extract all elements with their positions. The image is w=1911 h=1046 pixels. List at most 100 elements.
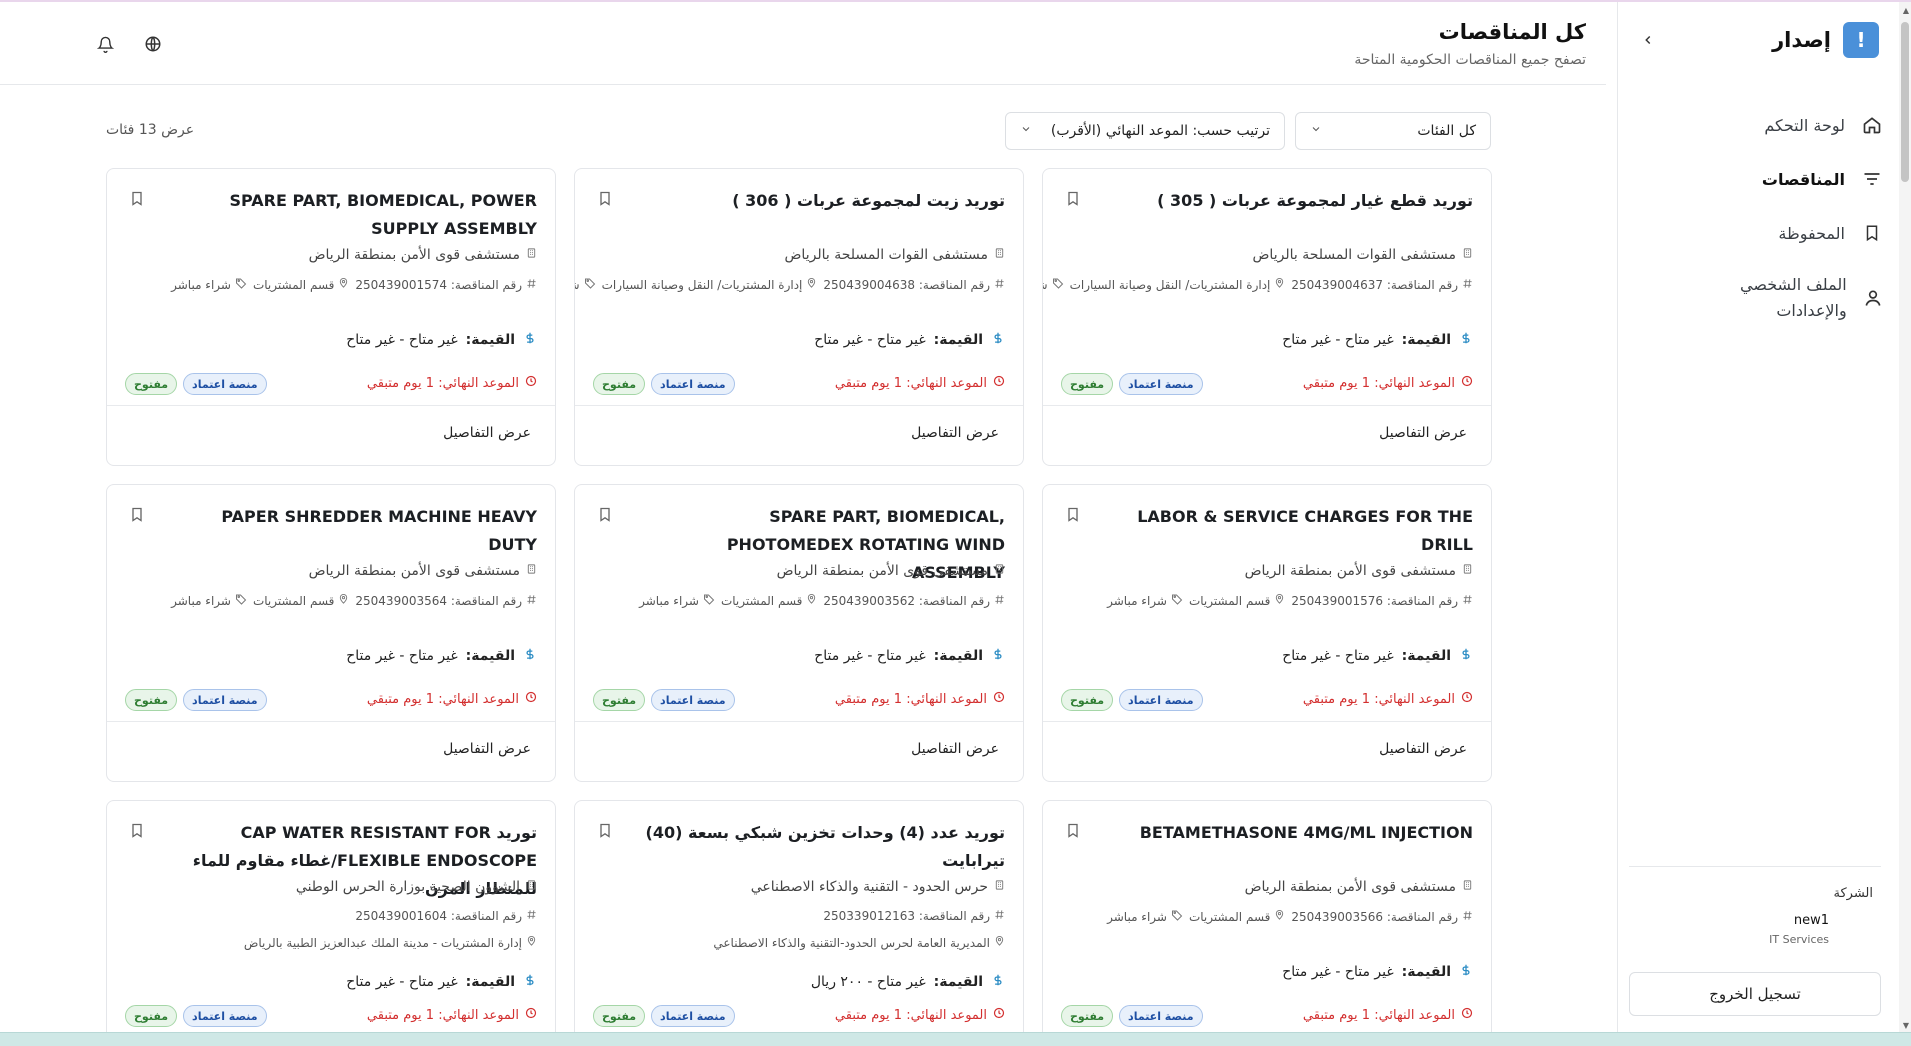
tender-title[interactable]: توريد عدد (4) وحدات تخزين شبكي بسعة (40)…	[645, 819, 1006, 875]
bookmark-icon[interactable]	[595, 821, 613, 841]
location-pin-icon	[338, 593, 349, 608]
sort-select-value: ترتيب حسب: الموعد النهائي (الأقرب)	[1050, 123, 1270, 139]
organization-name: مستشفى القوات المسلحة بالرياض	[1252, 247, 1457, 263]
page-scrollbar[interactable]: ▲ ▼	[1899, 2, 1911, 1032]
tender-title[interactable]: LABOR & SERVICE CHARGES FOR THE DRILL	[1113, 503, 1473, 559]
organization-name: مستشفى قوى الأمن بمنطقة الرياض	[776, 563, 988, 579]
tender-card[interactable]: توريد قطع غيار لمجموعة عربات ( 305 ) مست…	[1042, 168, 1492, 466]
globe-icon[interactable]	[143, 34, 163, 54]
tender-card[interactable]: SPARE PART, BIOMEDICAL, PHOTOMEDEX ROTAT…	[574, 484, 1024, 782]
brand: ! إصدار	[1772, 22, 1879, 58]
tender-card[interactable]: BETAMETHASONE 4MG/ML INJECTION مستشفى قو…	[1042, 800, 1492, 1046]
badges: مفتوح منصة اعتماد	[593, 1005, 735, 1027]
tender-title[interactable]: توريد زيت لمجموعة عربات ( 306 )	[645, 187, 1005, 215]
currency-icon	[1459, 647, 1473, 665]
tender-deadline: الموعد النهائي: 1 يوم متبقي	[835, 691, 1005, 707]
badges: مفتوح منصة اعتماد	[1061, 1005, 1203, 1027]
logout-button[interactable]: تسجيل الخروج	[1629, 972, 1881, 1016]
brand-name: إصدار	[1772, 28, 1831, 52]
platform-badge: منصة اعتماد	[651, 689, 735, 711]
card-divider	[107, 721, 555, 722]
sidebar-item-profile[interactable]: الملف الشخصي والإعدادات	[1725, 260, 1885, 336]
tender-meta: رقم المناقصة: 250339012163	[823, 909, 1005, 923]
building-icon	[526, 879, 537, 895]
hash-icon	[1462, 594, 1473, 608]
tender-card[interactable]: PAPER SHREDDER MACHINE HEAVY DUTY مستشفى…	[106, 484, 556, 782]
tag-icon	[1171, 909, 1183, 924]
view-details-button[interactable]: عرض التفاصيل	[1379, 425, 1467, 441]
organization-name: حرس الحدود - التقنية والذكاء الاصطناعي	[750, 879, 988, 895]
view-details-button[interactable]: عرض التفاصيل	[911, 425, 999, 441]
tender-department: قسم المشتريات	[252, 593, 335, 608]
platform-badge: منصة اعتماد	[1119, 373, 1203, 395]
clock-icon	[993, 691, 1005, 707]
view-details-button[interactable]: عرض التفاصيل	[443, 741, 531, 757]
tender-type: شراء مباشر	[171, 593, 231, 608]
deadline-text: الموعد النهائي: 1 يوم متبقي	[834, 375, 987, 391]
bell-icon[interactable]	[95, 34, 115, 54]
status-badge: مفتوح	[1061, 689, 1114, 711]
view-details-button[interactable]: عرض التفاصيل	[1379, 741, 1467, 757]
building-icon	[1462, 879, 1473, 895]
scroll-thumb[interactable]	[1901, 22, 1909, 182]
bookmark-icon[interactable]	[127, 505, 145, 525]
bookmark-icon[interactable]	[595, 505, 613, 525]
organization-name: مستشفى قوى الأمن بمنطقة الرياض	[1244, 879, 1456, 895]
tender-card[interactable]: LABOR & SERVICE CHARGES FOR THE DRILL مس…	[1042, 484, 1492, 782]
sidebar-item-tenders[interactable]: المناقصات	[1725, 152, 1885, 206]
building-icon	[994, 563, 1005, 579]
deadline-text: الموعد النهائي: 1 يوم متبقي	[834, 691, 987, 707]
location-pin-icon	[1274, 277, 1285, 292]
organization-name: مستشفى قوى الأمن بمنطقة الرياض	[308, 247, 520, 263]
badges: مفتوح منصة اعتماد	[593, 373, 735, 395]
tender-deadline: الموعد النهائي: 1 يوم متبقي	[1303, 375, 1473, 391]
bookmark-icon[interactable]	[1063, 189, 1081, 209]
sort-select[interactable]: ترتيب حسب: الموعد النهائي (الأقرب)	[1005, 112, 1285, 150]
card-divider	[107, 405, 555, 406]
category-select[interactable]: كل الفئات	[1295, 112, 1491, 150]
card-divider	[575, 721, 1023, 722]
tender-department: إدارة المشتريات/ النقل وصيانة السيارات	[1069, 277, 1271, 292]
tender-title[interactable]: SPARE PART, BIOMEDICAL, POWER SUPPLY ASS…	[177, 187, 537, 243]
tender-number: رقم المناقصة: 250439004638	[823, 277, 990, 292]
currency-icon	[523, 331, 537, 349]
bookmark-icon[interactable]	[127, 189, 145, 209]
bookmark-icon[interactable]	[1063, 821, 1081, 841]
tag-icon	[235, 277, 247, 292]
tender-value: القيمة: غير متاح - ٢٠٠ ريال	[811, 973, 1005, 991]
value-amount: غير متاح - غير متاح	[814, 332, 926, 348]
tender-title[interactable]: PAPER SHREDDER MACHINE HEAVY DUTY	[177, 503, 537, 559]
view-details-button[interactable]: عرض التفاصيل	[911, 741, 999, 757]
status-badge: مفتوح	[125, 373, 178, 395]
building-icon	[1462, 563, 1473, 579]
scroll-up-arrow-icon[interactable]: ▲	[1903, 6, 1909, 15]
sidebar-item-label: المحفوظة	[1778, 223, 1845, 243]
sidebar-item-dashboard[interactable]: لوحة التحكم	[1725, 98, 1885, 152]
bookmark-icon[interactable]	[595, 189, 613, 209]
deadline-text: الموعد النهائي: 1 يوم متبقي	[366, 1007, 519, 1023]
hash-icon	[526, 278, 537, 292]
tender-title[interactable]: BETAMETHASONE 4MG/ML INJECTION	[1113, 819, 1473, 847]
sidebar-divider	[1629, 866, 1881, 867]
tender-card[interactable]: SPARE PART, BIOMEDICAL, POWER SUPPLY ASS…	[106, 168, 556, 466]
tender-organization: مستشفى قوى الأمن بمنطقة الرياض	[777, 563, 1005, 579]
tender-card[interactable]: توريد CAP WATER RESISTANT FOR FLEXIBLE E…	[106, 800, 556, 1046]
currency-icon	[991, 973, 1005, 991]
value-label: القيمة:	[465, 974, 515, 990]
sidebar-item-saved[interactable]: المحفوظة	[1725, 206, 1885, 260]
platform-badge: منصة اعتماد	[1119, 1005, 1203, 1027]
value-label: القيمة:	[933, 974, 983, 990]
tender-card[interactable]: توريد زيت لمجموعة عربات ( 306 ) مستشفى ا…	[574, 168, 1024, 466]
value-label: القيمة:	[465, 648, 515, 664]
tag-icon	[584, 277, 596, 292]
location-pin-icon	[1274, 909, 1285, 924]
view-details-button[interactable]: عرض التفاصيل	[443, 425, 531, 441]
tender-card[interactable]: توريد عدد (4) وحدات تخزين شبكي بسعة (40)…	[574, 800, 1024, 1046]
collapse-sidebar-button[interactable]	[1636, 28, 1660, 52]
tender-department: قسم المشتريات	[720, 593, 803, 608]
bookmark-icon[interactable]	[127, 821, 145, 841]
scroll-down-arrow-icon[interactable]: ▼	[1903, 1021, 1909, 1030]
status-badge: مفتوح	[593, 689, 646, 711]
bookmark-icon[interactable]	[1063, 505, 1081, 525]
tender-title[interactable]: توريد قطع غيار لمجموعة عربات ( 305 )	[1113, 187, 1473, 215]
